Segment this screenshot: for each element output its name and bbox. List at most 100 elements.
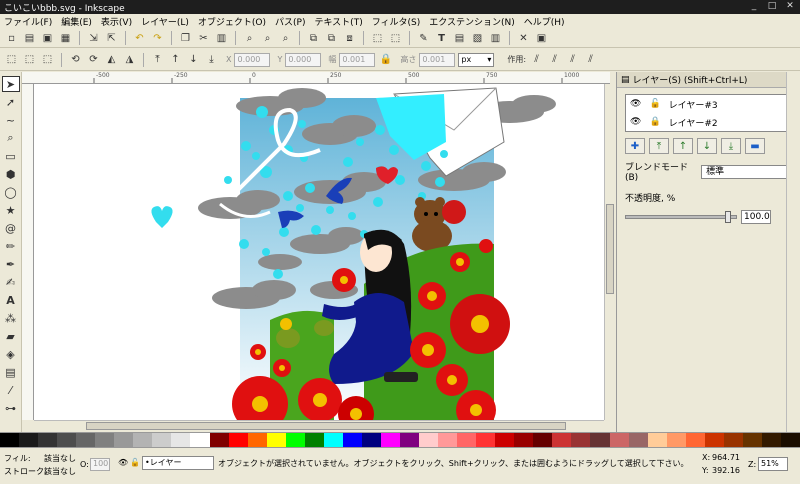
scroll-thumb[interactable] [86, 422, 566, 430]
palette-swatch[interactable] [457, 433, 477, 447]
x-input[interactable]: 0.000 [234, 52, 271, 67]
visibility-eye-icon[interactable]: 👁 [118, 458, 128, 467]
locked-icon[interactable]: 🔒 [649, 117, 660, 127]
paint-bucket-tool-icon[interactable]: ◈ [2, 346, 20, 362]
clone-icon[interactable]: ⧉ [324, 31, 339, 46]
lower-layer-button[interactable]: ↓ [697, 138, 717, 154]
drawing-canvas[interactable] [34, 84, 604, 420]
align-icon[interactable]: ▥ [488, 31, 503, 46]
visibility-eye-icon[interactable]: 👁 [630, 99, 641, 109]
minimize-icon[interactable]: _ [748, 1, 760, 12]
palette-swatch[interactable] [609, 433, 629, 447]
menu-object[interactable]: オブジェクト(O) [198, 15, 266, 28]
vertical-scrollbar[interactable] [604, 84, 615, 420]
calligraphy-tool-icon[interactable]: ✍ [2, 274, 20, 290]
document-properties-icon[interactable]: ▣ [534, 31, 549, 46]
spiral-tool-icon[interactable]: @ [2, 220, 20, 236]
palette-swatch[interactable] [647, 433, 667, 447]
palette-swatch[interactable] [171, 433, 191, 447]
palette-swatch[interactable] [571, 433, 591, 447]
layer-row[interactable]: 👁 🔒 レイヤー#2 [626, 113, 791, 131]
export-icon[interactable]: ⇱ [104, 31, 119, 46]
layer-row[interactable]: 👁 🔓 レイヤー#3 [626, 95, 791, 113]
palette-swatch[interactable] [0, 433, 20, 447]
add-layer-button[interactable]: ✚ [625, 138, 645, 154]
pencil-tool-icon[interactable]: ✏ [2, 238, 20, 254]
palette-swatch[interactable] [533, 433, 553, 447]
zoom-page-icon[interactable]: ⌕ [278, 31, 293, 46]
print-icon[interactable]: ▦ [58, 31, 73, 46]
text-tool-icon[interactable]: A [2, 292, 20, 308]
palette-swatch[interactable] [761, 433, 781, 447]
scroll-thumb[interactable] [606, 204, 614, 294]
palette-swatch[interactable] [266, 433, 286, 447]
palette-swatch[interactable] [342, 433, 362, 447]
menu-view[interactable]: 表示(V) [101, 15, 132, 28]
fill-stroke-icon[interactable]: ✎ [416, 31, 431, 46]
palette-swatch[interactable] [552, 433, 572, 447]
flip-vertical-icon[interactable]: ◮ [122, 52, 137, 67]
select-all-layers-icon[interactable]: ⬚ [22, 52, 37, 67]
zoom-input[interactable]: 51% [758, 457, 788, 471]
menu-help[interactable]: ヘルプ(H) [524, 15, 565, 28]
3dbox-tool-icon[interactable]: ⬢ [2, 166, 20, 182]
tweak-tool-icon[interactable]: ~ [2, 112, 20, 128]
palette-swatch[interactable] [152, 433, 172, 447]
raise-layer-button[interactable]: ↑ [673, 138, 693, 154]
duplicate-icon[interactable]: ⧉ [306, 31, 321, 46]
opacity-spinbox[interactable]: 100.0 [741, 210, 771, 224]
palette-swatch[interactable] [476, 433, 496, 447]
copy-icon[interactable]: ❐ [178, 31, 193, 46]
scale-corners-icon[interactable]: ⫽ [547, 52, 562, 67]
menu-edit[interactable]: 編集(E) [61, 15, 92, 28]
palette-swatch[interactable] [438, 433, 458, 447]
ellipse-tool-icon[interactable]: ◯ [2, 184, 20, 200]
palette-swatch[interactable] [209, 433, 229, 447]
palette-swatch[interactable] [114, 433, 134, 447]
palette-swatch[interactable] [514, 433, 534, 447]
menu-layer[interactable]: レイヤー(L) [141, 15, 189, 28]
palette-swatch[interactable] [380, 433, 400, 447]
unlocked-icon[interactable]: 🔓 [130, 458, 140, 467]
ungroup-icon[interactable]: ⬚ [388, 31, 403, 46]
palette-swatch[interactable] [76, 433, 96, 447]
lock-icon[interactable]: 🔒 [378, 52, 393, 67]
text-font-icon[interactable]: T [434, 31, 449, 46]
maximize-icon[interactable]: □ [766, 1, 778, 12]
paste-icon[interactable]: ▥ [214, 31, 229, 46]
y-input[interactable]: 0.000 [285, 52, 322, 67]
menu-text[interactable]: テキスト(T) [314, 15, 362, 28]
menu-file[interactable]: ファイル(F) [4, 15, 52, 28]
scale-stroke-icon[interactable]: ⫽ [529, 52, 544, 67]
palette-swatch[interactable] [19, 433, 39, 447]
opacity-slider-knob[interactable] [724, 211, 731, 223]
pen-tool-icon[interactable]: ✒ [2, 256, 20, 272]
selector-tool-icon[interactable]: ➤ [1, 76, 20, 92]
open-icon[interactable]: ▤ [22, 31, 37, 46]
lower-to-bottom-icon[interactable]: ⤓ [204, 52, 219, 67]
visibility-eye-icon[interactable]: 👁 [630, 117, 641, 127]
palette-swatch[interactable] [742, 433, 762, 447]
palette-swatch[interactable] [628, 433, 648, 447]
dropper-tool-icon[interactable]: ⁄ [2, 382, 20, 398]
opacity-slider[interactable] [625, 211, 737, 223]
palette-swatch[interactable] [247, 433, 267, 447]
menu-extensions[interactable]: エクステンション(N) [429, 15, 515, 28]
connector-tool-icon[interactable]: ⊶ [2, 400, 20, 416]
zoom-selection-icon[interactable]: ⌕ [242, 31, 257, 46]
palette-swatch[interactable] [57, 433, 77, 447]
spray-tool-icon[interactable]: ⁂ [2, 310, 20, 326]
lower-icon[interactable]: ↓ [186, 52, 201, 67]
select-all-icon[interactable]: ⬚ [4, 52, 19, 67]
eraser-tool-icon[interactable]: ▰ [2, 328, 20, 344]
palette-swatch[interactable] [780, 433, 800, 447]
palette-swatch[interactable] [323, 433, 343, 447]
new-document-icon[interactable]: ▫ [4, 31, 19, 46]
group-icon[interactable]: ⬚ [370, 31, 385, 46]
rect-tool-icon[interactable]: ▭ [2, 148, 20, 164]
palette-swatch[interactable] [685, 433, 705, 447]
preferences-icon[interactable]: ✕ [516, 31, 531, 46]
menu-path[interactable]: パス(P) [275, 15, 305, 28]
palette-swatch[interactable] [95, 433, 115, 447]
remove-layer-button[interactable]: ▬ [745, 138, 765, 154]
